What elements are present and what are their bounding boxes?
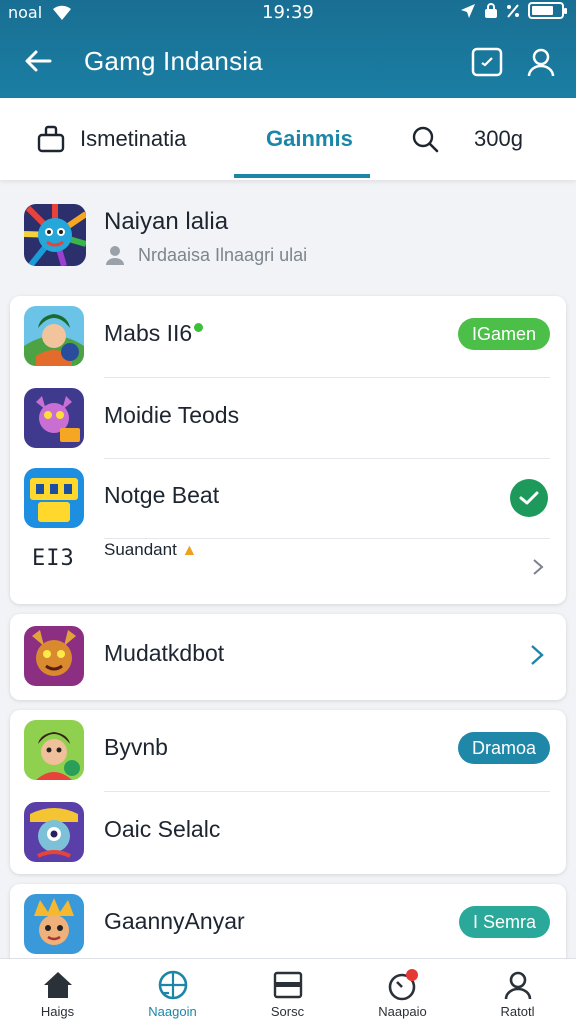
status-badge[interactable]: I Semra [458,906,550,938]
profile-name: Naiyan lalia [104,208,229,235]
list-item[interactable]: Mudatkdbot [10,616,566,696]
globe-icon [156,968,190,1002]
installed-check[interactable] [510,479,548,517]
fire-icon: ▲ [181,542,198,559]
list-item-title: Mudatkdbot [104,640,225,666]
nav-naapaio[interactable]: Naapaio [345,959,460,1024]
list-item[interactable]: Notge Beat [10,458,566,538]
game-thumbnail [24,720,84,780]
app-header: noal 19:39 Gamg Indansia [0,0,576,98]
tab-search[interactable]: 300g [410,98,523,180]
list-item-title: GaannyAnyar [104,908,245,934]
games-card: Mudatkdbot [10,614,566,700]
battery-icon [528,2,567,19]
game-thumbnail [24,388,84,448]
bottom-navigation: Haigs Naagoin Sorsc Naapaio Ratotl [0,958,576,1024]
profile-icon [501,968,535,1002]
checkmark-icon [519,491,539,505]
game-thumbnail [24,894,84,954]
user-icon [527,48,555,77]
location-icon [461,3,475,18]
person-icon [106,246,124,265]
item-code: EI3 [32,546,75,571]
list-item[interactable]: Byvnb Dramoa [10,710,566,790]
stopwatch-icon [386,968,420,1002]
game-thumbnail [24,468,84,528]
arrow-left-icon [25,50,52,72]
signal-icon [507,3,519,18]
list-item[interactable]: GaannyAnyar I Semra [10,884,566,964]
list-item-title: Mabs II6 [104,320,204,347]
bag-icon [37,125,65,153]
search-icon [412,126,439,153]
tab-ismetinatia[interactable]: Ismetinatia [36,98,186,180]
nav-label: Naapaio [378,1004,427,1019]
games-card: Byvnb Dramoa Oaic Selalc [10,710,566,874]
nav-ratotl[interactable]: Ratotl [460,959,575,1024]
avatar [24,204,86,266]
tab-label: Gainmis [266,126,353,151]
profile-subtitle-text: Nrdaaisa Ilnaagri ulai [138,244,308,265]
page-title: Gamg Indansia [84,46,263,76]
chevron-right-icon [533,559,544,575]
clock: 19:39 [262,2,314,23]
game-thumbnail [24,626,84,686]
tab-gainmis[interactable]: Gainmis [266,98,353,180]
status-badge[interactable]: IGamen [457,318,550,350]
nav-label: Naagoin [148,1004,197,1019]
wifi-icon [50,2,74,27]
tab-label: Ismetinatia [80,126,187,151]
home-icon [41,968,75,1002]
account-button[interactable] [524,45,558,79]
carrier-label: noal [8,3,43,22]
back-button[interactable] [22,45,54,77]
list-item[interactable]: Moidie Teods [10,378,566,458]
status-badge[interactable]: Dramoa [457,732,550,764]
online-indicator [194,323,204,333]
chat-icon [471,47,503,77]
chevron-right-icon [531,645,544,665]
nav-naagoin[interactable]: Naagoin [115,959,230,1024]
game-thumbnail [24,802,84,862]
list-item[interactable]: EI3 Suandant ▲ [10,528,566,604]
list-item[interactable]: Mabs II6 IGamen [10,296,566,376]
list-item-title: Moidie Teods [104,402,240,428]
list-item-title: Byvnb [104,734,168,760]
nav-label: Ratotl [500,1004,535,1019]
profile-subtitle: Nrdaaisa Ilnaagri ulai [104,244,307,266]
active-tab-indicator [234,174,370,178]
game-thumbnail [24,306,84,366]
tab-bar: Ismetinatia Gainmis 300g [0,98,576,180]
list-item-title: Notge Beat [104,482,220,508]
status-icons [460,2,567,19]
list-item-title: Oaic Selalc [104,816,221,842]
status-bar: noal 19:39 [0,0,576,26]
nav-sorsc[interactable]: Sorsc [230,959,345,1024]
nav-home[interactable]: Haigs [0,959,115,1024]
chat-button[interactable] [470,45,504,79]
list-item-title: Suandant ▲ [104,540,198,559]
tab-label: 300g [474,126,523,151]
games-card: Mabs II6 IGamen Moidie Teods Notge Beat … [10,296,566,604]
profile-header[interactable]: Naiyan lalia Nrdaaisa Ilnaagri ulai [0,190,576,286]
store-icon [271,968,305,1002]
lock-icon [485,2,497,18]
list-item[interactable]: Oaic Selalc [10,792,566,872]
nav-label: Sorsc [270,1004,305,1019]
nav-label: Haigs [40,1004,75,1019]
